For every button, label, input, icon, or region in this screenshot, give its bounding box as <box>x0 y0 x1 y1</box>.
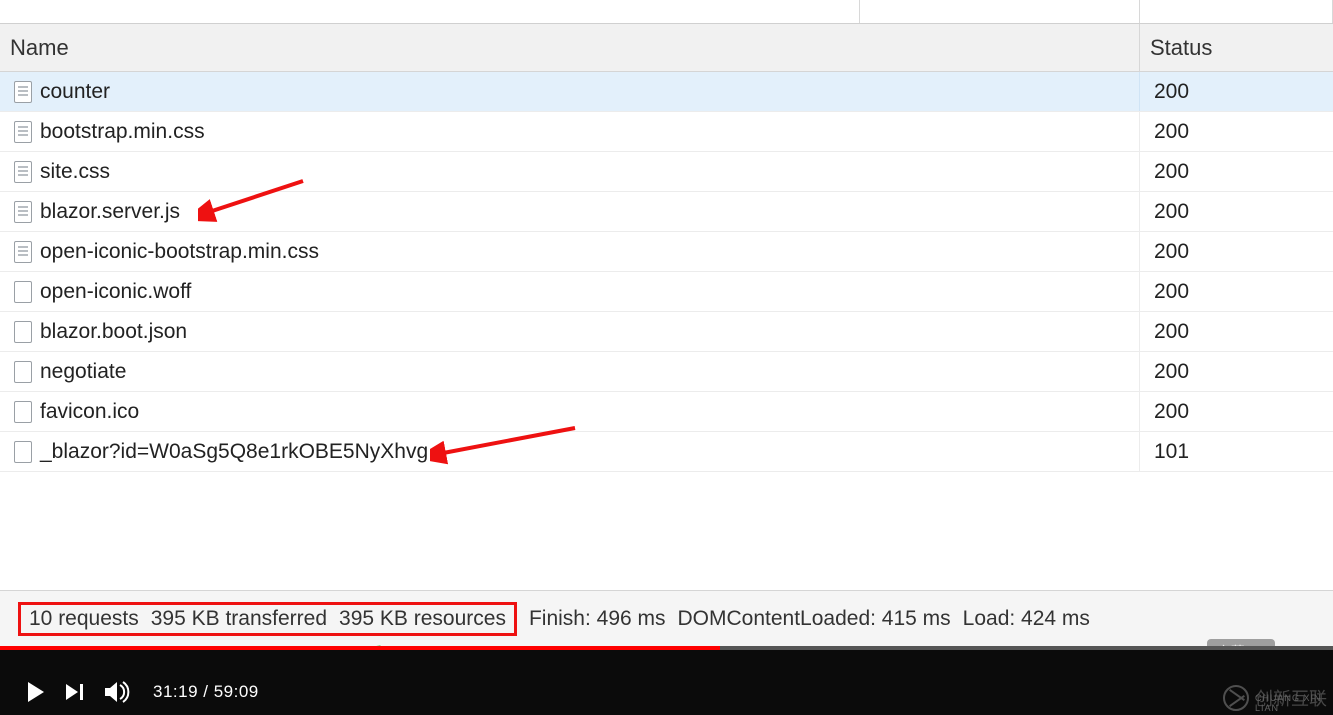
request-name: open-iconic-bootstrap.min.css <box>40 240 319 264</box>
table-row[interactable]: bootstrap.min.css 200 <box>0 112 1333 152</box>
summary-finish: Finish: 496 ms <box>529 607 666 631</box>
table-row[interactable]: open-iconic-bootstrap.min.css 200 <box>0 232 1333 272</box>
summary-dcl: DOMContentLoaded: 415 ms <box>678 607 951 631</box>
table-row[interactable]: favicon.ico 200 <box>0 392 1333 432</box>
play-button[interactable] <box>28 682 44 702</box>
cell-name: favicon.ico <box>0 392 1140 431</box>
file-icon <box>14 121 32 143</box>
file-icon <box>14 401 32 423</box>
cell-name: site.css <box>0 152 1140 191</box>
file-icon <box>14 81 32 103</box>
table-row[interactable]: counter 200 <box>0 72 1333 112</box>
video-progress-bar[interactable] <box>0 646 1333 650</box>
video-progress-fill <box>0 646 720 650</box>
file-icon <box>14 361 32 383</box>
request-name: open-iconic.woff <box>40 280 191 304</box>
request-name: favicon.ico <box>40 400 139 424</box>
cell-name: blazor.boot.json <box>0 312 1140 351</box>
table-row[interactable]: blazor.boot.json 200 <box>0 312 1333 352</box>
network-table-body: counter 200 bootstrap.min.css 200 site.css 20… <box>0 72 1333 472</box>
next-button[interactable] <box>66 684 83 700</box>
cell-status: 200 <box>1140 80 1333 104</box>
request-name: blazor.boot.json <box>40 320 187 344</box>
column-header-status[interactable]: Status <box>1140 24 1333 71</box>
summary-requests: 10 requests <box>29 607 139 631</box>
network-table-header: Name Status <box>0 24 1333 72</box>
table-row[interactable]: open-iconic.woff 200 <box>0 272 1333 312</box>
watermark-subtext: CHUANG XIN LIAN <box>1255 693 1327 713</box>
network-summary-bar: 10 requests 395 KB transferred 395 KB re… <box>0 590 1333 646</box>
cell-status: 200 <box>1140 280 1333 304</box>
screenshot-root: Name Status counter 200 bootstrap.min.css 2… <box>0 0 1333 715</box>
request-name: site.css <box>40 160 110 184</box>
cell-status: 200 <box>1140 400 1333 424</box>
summary-load: Load: 424 ms <box>963 607 1090 631</box>
request-name: bootstrap.min.css <box>40 120 205 144</box>
request-name: counter <box>40 80 110 104</box>
table-row[interactable]: _blazor?id=W0aSg5Q8e1rkOBE5NyXhvg 101 <box>0 432 1333 472</box>
summary-resources: 395 KB resources <box>339 607 506 631</box>
video-player-bar: 31:19 / 59:09 <box>0 646 1333 715</box>
table-row[interactable]: negotiate 200 <box>0 352 1333 392</box>
play-icon <box>28 682 44 702</box>
video-time-display: 31:19 / 59:09 <box>153 682 259 702</box>
file-icon <box>14 241 32 263</box>
cell-name: open-iconic-bootstrap.min.css <box>0 232 1140 271</box>
column-header-name[interactable]: Name <box>0 24 1140 71</box>
file-icon <box>14 321 32 343</box>
cell-name: negotiate <box>0 352 1140 391</box>
request-name: negotiate <box>40 360 126 384</box>
request-name: blazor.server.js <box>40 200 180 224</box>
cell-status: 200 <box>1140 360 1333 384</box>
volume-icon <box>105 681 131 703</box>
cell-status: 200 <box>1140 200 1333 224</box>
file-icon <box>14 201 32 223</box>
cell-name: counter <box>0 72 1140 111</box>
next-icon <box>66 684 83 700</box>
cell-status: 200 <box>1140 240 1333 264</box>
devtools-toolbar-strip <box>0 0 1333 24</box>
request-name: _blazor?id=W0aSg5Q8e1rkOBE5NyXhvg <box>40 440 428 464</box>
cell-name: _blazor?id=W0aSg5Q8e1rkOBE5NyXhvg <box>0 432 1140 471</box>
annotation-highlight-box: 10 requests 395 KB transferred 395 KB re… <box>18 602 517 636</box>
cell-status: 200 <box>1140 120 1333 144</box>
table-row[interactable]: blazor.server.js 200 <box>0 192 1333 232</box>
cell-status: 200 <box>1140 320 1333 344</box>
cell-status: 101 <box>1140 440 1333 464</box>
summary-transferred: 395 KB transferred <box>151 607 327 631</box>
cell-name: open-iconic.woff <box>0 272 1140 311</box>
file-icon <box>14 441 32 463</box>
cell-name: bootstrap.min.css <box>0 112 1140 151</box>
file-icon <box>14 161 32 183</box>
cell-name: blazor.server.js <box>0 192 1140 231</box>
watermark: 创新互联 CHUANG XIN LIAN <box>1223 685 1327 711</box>
volume-button[interactable] <box>105 681 131 703</box>
cell-status: 200 <box>1140 160 1333 184</box>
file-icon <box>14 281 32 303</box>
watermark-logo-icon <box>1223 685 1249 711</box>
table-row[interactable]: site.css 200 <box>0 152 1333 192</box>
